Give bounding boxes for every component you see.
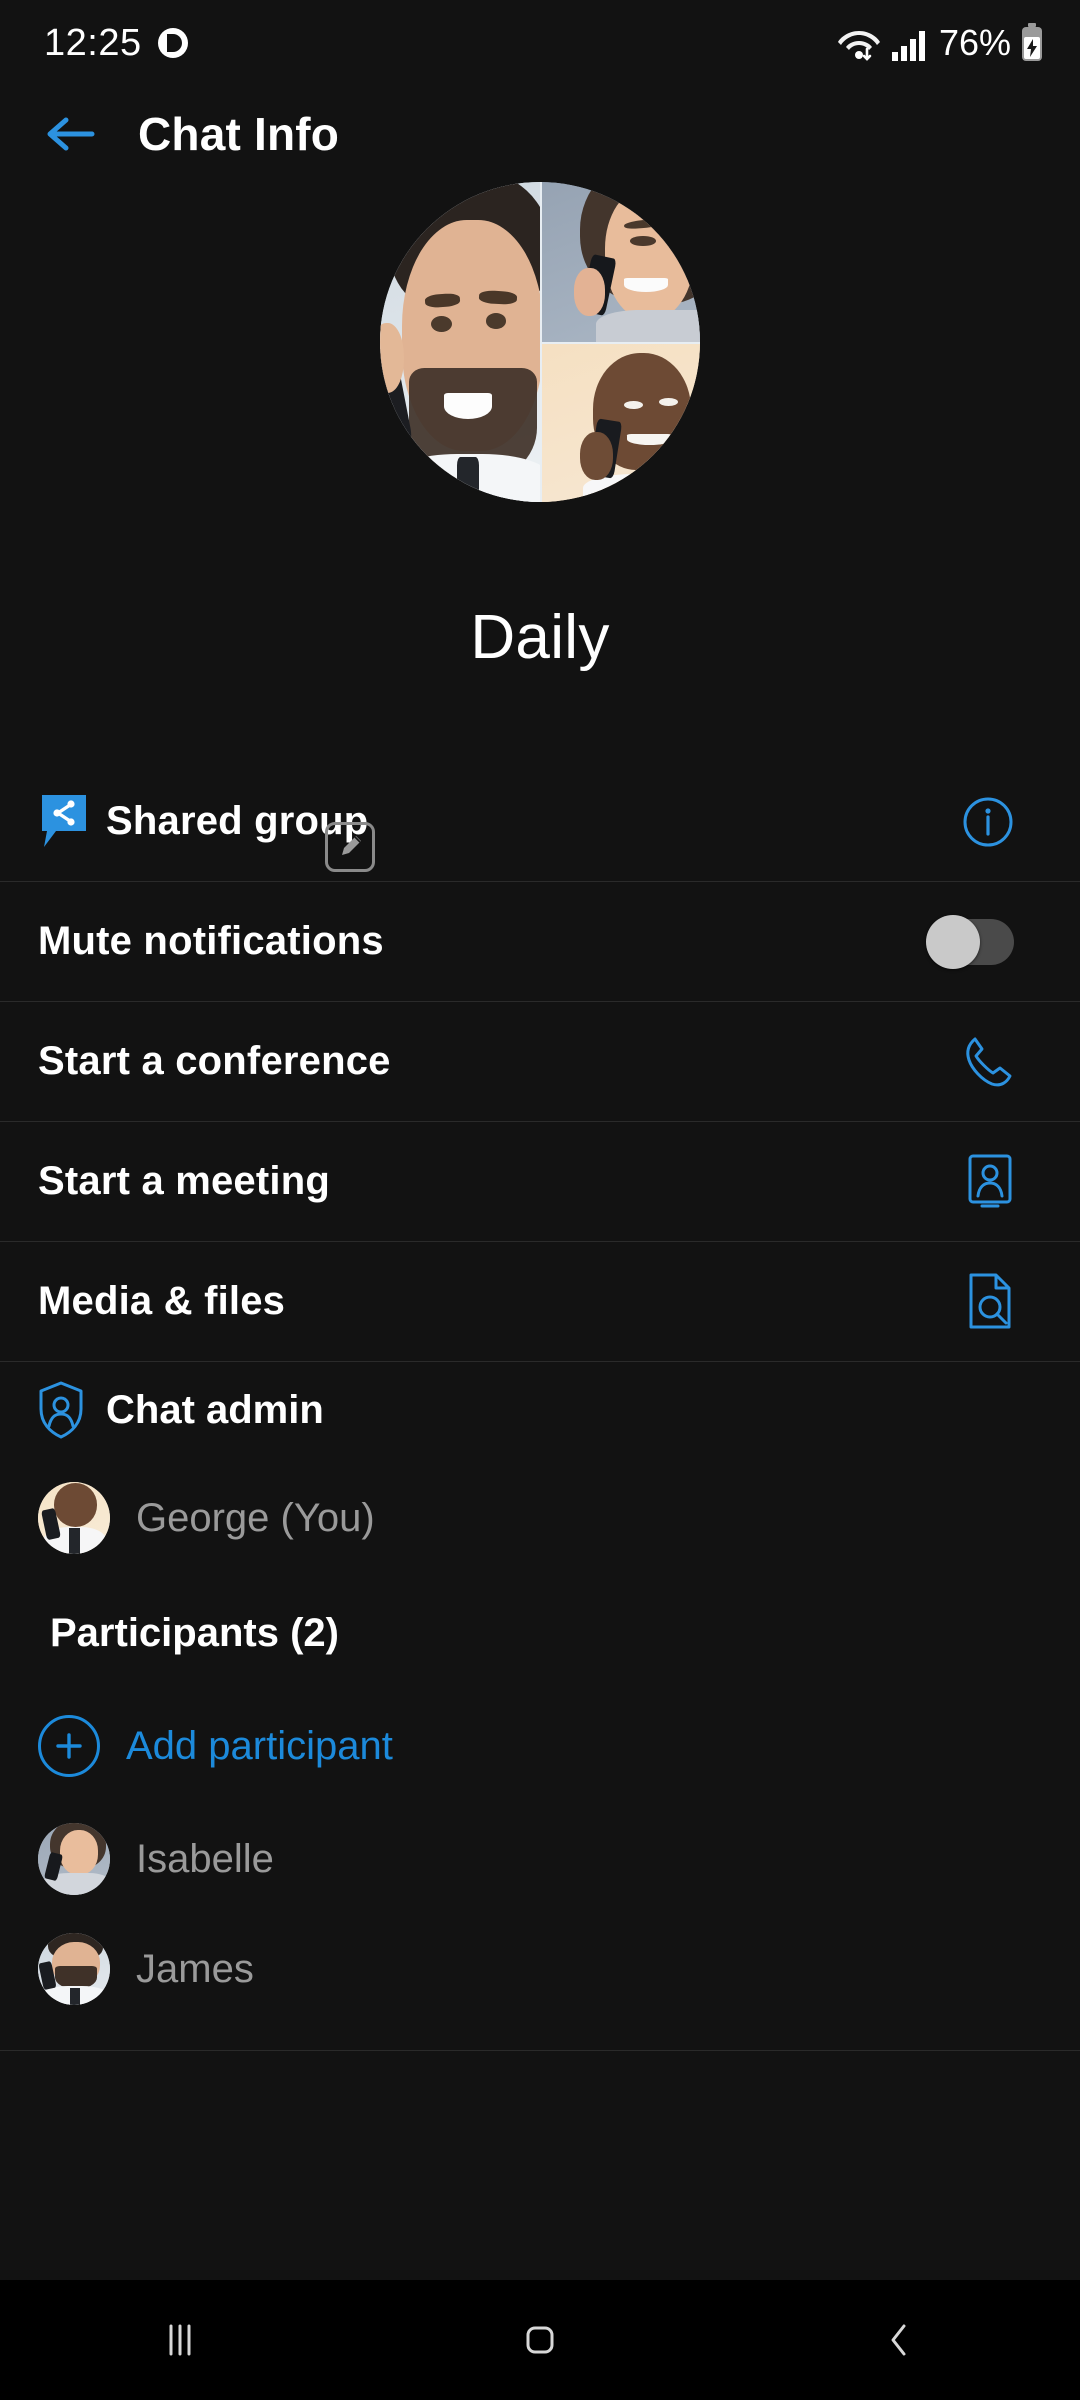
mute-notifications-toggle[interactable] <box>926 914 1014 969</box>
participant-row-james[interactable]: James <box>0 1914 1080 2024</box>
menu-row-label: Start a conference <box>38 1039 391 1083</box>
toggle-knob <box>926 914 980 969</box>
status-bar-left: 12:25 <box>44 22 188 65</box>
battery-charging-icon <box>1022 23 1042 61</box>
home-square-icon[interactable] <box>450 2318 630 2362</box>
status-bar-right: 76% <box>837 23 1044 63</box>
chat-admin-member-row[interactable]: George (You) <box>0 1458 1080 1578</box>
back-arrow-icon[interactable] <box>44 114 96 154</box>
menu-row-mute-notifications[interactable]: Mute notifications <box>0 882 1080 1002</box>
participants-title: Participants (2) <box>50 1610 339 1655</box>
document-search-icon[interactable] <box>966 1273 1014 1331</box>
group-name: Daily <box>470 603 610 672</box>
info-circle-icon[interactable] <box>962 796 1014 848</box>
menu-row-shared-group[interactable]: Shared group <box>0 762 1080 882</box>
avatar-tile-woman <box>540 182 700 342</box>
content-spacer <box>0 2051 1080 2280</box>
app-bar: Chat Info <box>0 86 1080 182</box>
participant-name: James <box>136 1946 254 1991</box>
phone-screen: 12:25 76% Chat Info Daily Shared group M… <box>0 0 1080 2400</box>
menu-row-label: Media & files <box>38 1279 286 1323</box>
toggle-switch[interactable] <box>926 914 1014 969</box>
add-participant-label: Add participant <box>126 1723 393 1768</box>
status-bar: 12:25 76% <box>0 0 1080 86</box>
phone-handset-icon[interactable] <box>960 1035 1014 1089</box>
menu-row-label: Start a meeting <box>38 1159 330 1203</box>
app-circle-icon <box>157 28 188 58</box>
group-name-block: Daily <box>0 602 1080 762</box>
wifi-data-icon <box>837 31 880 61</box>
page-title: Chat Info <box>138 108 340 160</box>
avatar-tile-bearded-man <box>380 182 540 502</box>
system-navigation-bar <box>0 2280 1080 2400</box>
plus-circle-icon <box>38 1715 100 1777</box>
george-avatar <box>38 1482 110 1554</box>
edit-pencil-icon[interactable] <box>325 822 375 872</box>
menu-row-start-meeting[interactable]: Start a meeting <box>0 1122 1080 1242</box>
meeting-person-frame-icon[interactable] <box>966 1154 1014 1210</box>
participant-name: Isabelle <box>136 1836 274 1881</box>
profile-avatar-block <box>0 182 1080 872</box>
shield-person-icon <box>38 1381 84 1439</box>
cellular-signal-icon <box>891 31 925 61</box>
nav-back-chevron-icon[interactable] <box>810 2318 990 2362</box>
menu-row-media-files[interactable]: Media & files <box>0 1242 1080 1362</box>
chat-admin-title: Chat admin <box>106 1387 324 1432</box>
add-participant-button[interactable]: Add participant <box>0 1688 1080 1804</box>
isabelle-avatar <box>38 1823 110 1895</box>
group-avatar-collage[interactable] <box>380 182 700 502</box>
avatar-tiles-right <box>540 182 700 502</box>
participant-row-isabelle[interactable]: Isabelle <box>0 1804 1080 1914</box>
settings-menu: Shared group Mute notifications Start a … <box>0 762 1080 1362</box>
menu-row-label: Mute notifications <box>38 919 384 963</box>
chat-admin-header: Chat admin <box>0 1362 1080 1458</box>
status-time: 12:25 <box>44 21 142 64</box>
menu-row-start-conference[interactable]: Start a conference <box>0 1002 1080 1122</box>
battery-percent: 76% <box>938 22 1011 63</box>
shared-group-bubble-icon <box>38 793 106 851</box>
chat-admin-member-name: George (You) <box>136 1495 375 1540</box>
avatar-tile-bald-man <box>540 342 700 502</box>
participants-header: Participants (2) <box>0 1578 1080 1688</box>
james-avatar <box>38 1933 110 2005</box>
recents-bars-icon[interactable] <box>90 2318 270 2362</box>
